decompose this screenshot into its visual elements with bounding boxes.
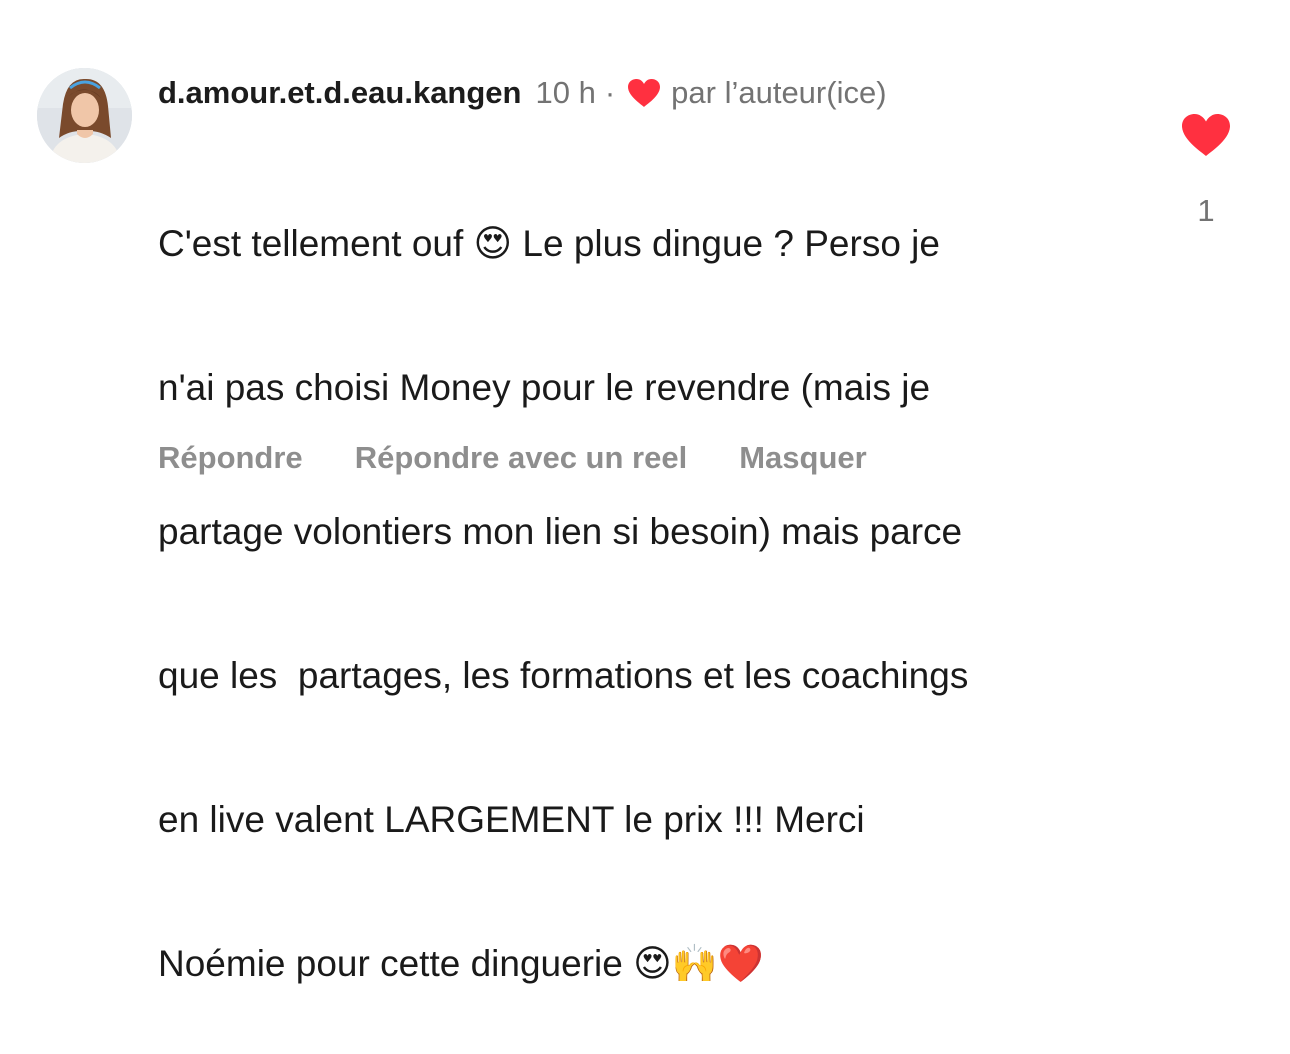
reply-button[interactable]: Répondre — [158, 440, 303, 476]
comment-text: C'est tellement ouf 😍 Le plus dingue ? P… — [158, 124, 1158, 1054]
liked-by-author-label: par l’auteur(ice) — [671, 75, 887, 110]
comment-text-line: C'est tellement ouf 😍 Le plus dingue ? P… — [158, 223, 940, 264]
comment-text-line: Noémie pour cette dinguerie 😍🙌❤️ — [158, 943, 764, 984]
comment-text-line: n'ai pas choisi Money pour le revendre (… — [158, 367, 931, 408]
avatar[interactable] — [37, 68, 132, 163]
comment-timestamp: 10 h — [535, 75, 596, 110]
comment-actions: Répondre Répondre avec un reel Masquer — [158, 436, 867, 480]
comment: d.amour.et.d.eau.kangen 10 h · par l’aut… — [0, 0, 1290, 984]
like-button[interactable] — [1180, 112, 1232, 158]
heart-icon — [627, 78, 661, 108]
reply-with-reel-button[interactable]: Répondre avec un reel — [355, 440, 688, 476]
comment-text-line: que les partages, les formations et les … — [158, 655, 969, 696]
comment-header: d.amour.et.d.eau.kangen 10 h · par l’aut… — [158, 70, 887, 116]
meta-separator: · — [604, 75, 616, 110]
hide-button[interactable]: Masquer — [739, 440, 866, 476]
like-count: 1 — [1197, 193, 1215, 228]
avatar-image — [37, 68, 132, 163]
comment-text-line: partage volontiers mon lien si besoin) m… — [158, 511, 963, 552]
username[interactable]: d.amour.et.d.eau.kangen — [158, 70, 521, 116]
comment-text-line: en live valent LARGEMENT le prix !!! Mer… — [158, 799, 865, 840]
heart-filled-icon — [1182, 114, 1230, 156]
